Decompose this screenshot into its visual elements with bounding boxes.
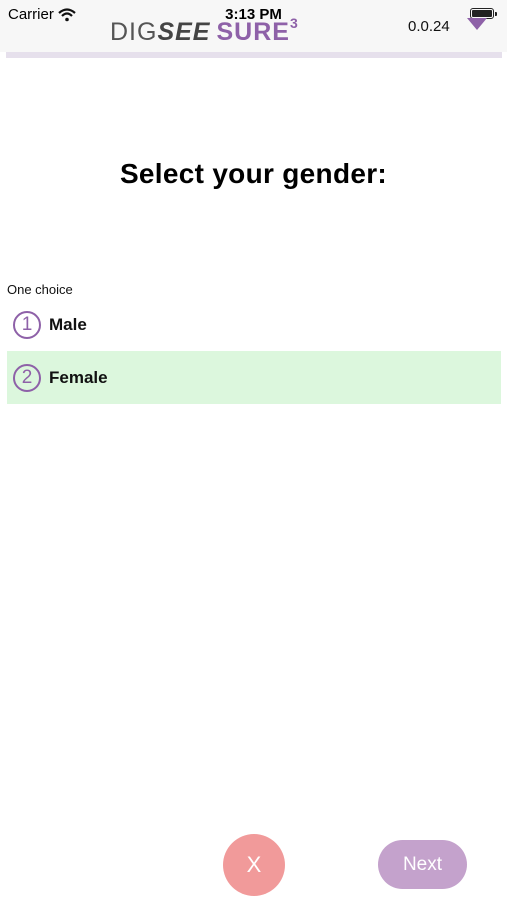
cancel-button[interactable]: X [223, 834, 285, 896]
question-title: Select your gender: [119, 158, 388, 189]
option-label: Female [49, 367, 108, 387]
option-number-icon: 1 [13, 310, 41, 339]
menu-dropdown-icon[interactable] [467, 18, 487, 30]
option-number-icon: 2 [13, 363, 41, 392]
app-logo: DIGSEE SURE3 [110, 15, 299, 47]
option-label: Male [49, 314, 87, 334]
next-button[interactable]: Next [378, 840, 467, 889]
logo-text-sure: SURE [216, 18, 290, 46]
logo-text-dig: DIG [110, 18, 158, 46]
app-version: 0.0.24 [408, 18, 450, 35]
logo-text-see: SEE [157, 18, 211, 46]
option-female[interactable]: 2 Female [7, 351, 501, 404]
top-bar: Carrier 3:13 PM DIGSEE SURE3 0.0.24 [0, 0, 507, 52]
logo-superscript: 3 [289, 15, 299, 31]
header-divider [6, 52, 502, 58]
option-male[interactable]: 1 Male [7, 298, 501, 351]
choice-hint: One choice [7, 282, 73, 297]
